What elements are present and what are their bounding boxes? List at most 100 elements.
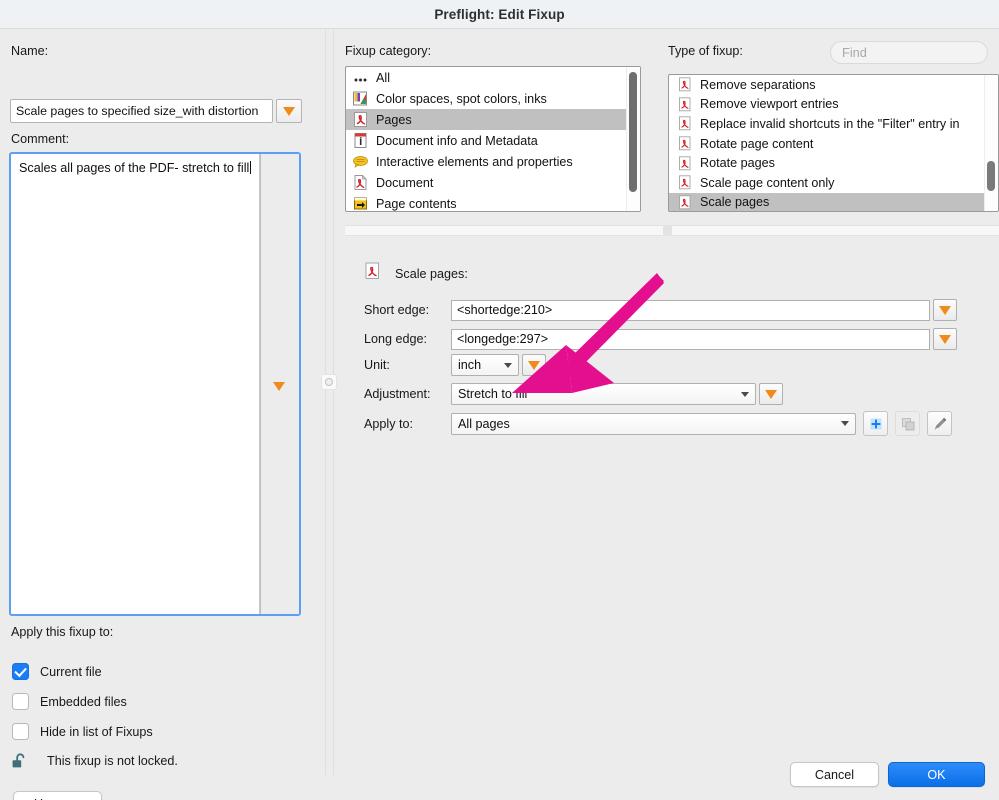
short-edge-dropdown-button[interactable]: [933, 299, 957, 321]
pencil-icon: [934, 417, 946, 429]
vertical-splitter[interactable]: [320, 30, 338, 775]
fixup-type-item-remove-viewport-entries[interactable]: Remove viewport entries: [669, 95, 998, 115]
short-edge-label: Short edge:: [364, 303, 430, 317]
checkbox-row-current-file[interactable]: Current file: [12, 663, 102, 680]
add-button[interactable]: [863, 411, 888, 436]
fixup-type-item-rotate-page-content[interactable]: Rotate page content: [669, 134, 998, 154]
usage-button[interactable]: Usage...: [13, 791, 102, 800]
long-edge-label: Long edge:: [364, 332, 428, 346]
unit-select[interactable]: inch: [451, 354, 519, 376]
category-item-all[interactable]: All: [346, 67, 640, 88]
apply-to-value: All pages: [458, 416, 510, 431]
category-item-label: Page contents: [376, 196, 457, 211]
pdf-page-icon: [678, 175, 692, 190]
category-item-label: Document: [376, 175, 434, 190]
category-scrollbar-track[interactable]: [626, 67, 640, 211]
comment-dropdown-triangle-icon[interactable]: [273, 382, 285, 391]
chevron-down-icon: [504, 362, 512, 368]
comment-bubble-icon: [352, 153, 369, 170]
type-scrollbar-thumb[interactable]: [987, 161, 995, 191]
comment-text: Scales all pages of the PDF- stretch to …: [19, 160, 255, 177]
fixup-type-item-label: Rotate pages: [700, 156, 775, 171]
checkbox-row-embedded-files[interactable]: Embedded files: [12, 693, 127, 710]
triangle-down-orange-icon: [765, 389, 777, 399]
checkbox-current-file[interactable]: [12, 663, 29, 680]
apply-to-select[interactable]: All pages: [451, 412, 856, 435]
pdf-page-icon: [678, 156, 692, 171]
ok-button[interactable]: OK: [888, 762, 985, 787]
category-item-document[interactable]: Document: [346, 172, 640, 193]
comment-textarea[interactable]: Scales all pages of the PDF- stretch to …: [9, 152, 301, 616]
unit-row: Unit: inch: [364, 354, 546, 376]
horizontal-splitter-bar: [345, 225, 999, 236]
pdf-page-icon: [678, 195, 692, 210]
category-scrollbar-thumb[interactable]: [629, 72, 637, 192]
edit-button[interactable]: [927, 411, 952, 436]
category-item-color-spaces[interactable]: Color spaces, spot colors, inks: [346, 88, 640, 109]
category-item-document-info[interactable]: Document info and Metadata: [346, 130, 640, 151]
name-dropdown-button[interactable]: [276, 99, 302, 123]
comment-divider: [260, 154, 261, 614]
splitter-line-right: [333, 30, 334, 775]
apply-to-row: Apply to: All pages: [364, 411, 952, 436]
category-item-page-contents[interactable]: Page contents: [346, 193, 640, 211]
arrow-box-icon: [352, 195, 369, 211]
category-item-pages[interactable]: Pages: [346, 109, 640, 130]
splitter-grip-handle[interactable]: [322, 375, 336, 389]
adjustment-row: Adjustment: Stretch to fill: [364, 383, 783, 405]
adjustment-dropdown-button[interactable]: [759, 383, 783, 405]
category-item-label: Pages: [376, 112, 412, 127]
fixup-type-item-rotate-pages[interactable]: Rotate pages: [669, 153, 998, 173]
name-row: Scale pages to specified size_with disto…: [10, 99, 302, 123]
checkbox-row-hide-in-list[interactable]: Hide in list of Fixups: [12, 723, 153, 740]
fixup-category-list[interactable]: All Color spaces, spot colors, inks Page…: [345, 66, 641, 212]
long-edge-dropdown-button[interactable]: [933, 328, 957, 350]
category-item-interactive-elements[interactable]: Interactive elements and properties: [346, 151, 640, 172]
name-label: Name:: [11, 44, 49, 58]
unit-dropdown-button[interactable]: [522, 354, 546, 376]
fixup-type-item-label: Replace invalid shortcuts in the "Filter…: [700, 116, 960, 131]
checkbox-label-current-file: Current file: [40, 664, 102, 679]
category-item-label: All: [376, 70, 390, 85]
ellipsis-icon: [352, 69, 369, 86]
comment-label: Comment:: [11, 132, 70, 146]
dialog-title: Preflight: Edit Fixup: [434, 6, 565, 22]
long-edge-row: Long edge: <longedge:297>: [364, 328, 957, 350]
short-edge-input[interactable]: <shortedge:210>: [451, 299, 930, 321]
horizontal-splitter-grip[interactable]: [663, 225, 672, 236]
fixup-type-item-replace-invalid-shortcuts[interactable]: Replace invalid shortcuts in the "Filter…: [669, 114, 998, 134]
duplicate-icon: [901, 417, 914, 430]
duplicate-button: [895, 411, 920, 436]
color-swatch-icon: [352, 90, 369, 107]
left-pane: Name: Scale pages to specified size_with…: [0, 29, 320, 800]
adjustment-select[interactable]: Stretch to fill: [451, 383, 756, 405]
fixup-type-list[interactable]: Remove separations Remove viewport entri…: [668, 74, 999, 212]
fixup-type-item-label: Remove separations: [700, 77, 816, 92]
fixup-type-item-remove-separations[interactable]: Remove separations: [669, 75, 998, 95]
type-scrollbar-track[interactable]: [984, 75, 998, 211]
apply-this-fixup-to-label: Apply this fixup to:: [11, 625, 114, 639]
splitter-line-left: [325, 30, 326, 775]
name-input[interactable]: Scale pages to specified size_with disto…: [10, 99, 273, 123]
triangle-down-orange-icon: [939, 305, 951, 315]
pdf-page-icon: [678, 77, 692, 92]
type-of-fixup-label: Type of fixup:: [668, 44, 743, 58]
checkbox-embedded-files[interactable]: [12, 693, 29, 710]
dialog-titlebar: Preflight: Edit Fixup: [0, 0, 999, 29]
info-document-icon: [352, 132, 369, 149]
horizontal-splitter[interactable]: [345, 222, 999, 238]
cancel-button[interactable]: Cancel: [790, 762, 879, 787]
pdf-page-icon: [352, 111, 369, 128]
checkbox-label-embedded-files: Embedded files: [40, 694, 127, 709]
triangle-down-orange-icon: [528, 360, 540, 370]
fixup-type-item-scale-page-content-only[interactable]: Scale page content only: [669, 173, 998, 193]
long-edge-input[interactable]: <longedge:297>: [451, 328, 930, 350]
fixup-type-item-label: Scale page content only: [700, 175, 835, 190]
comment-value: Scales all pages of the PDF- stretch to …: [19, 161, 250, 175]
text-caret: [250, 161, 252, 174]
chevron-down-icon: [841, 421, 849, 426]
fixup-type-item-scale-pages[interactable]: Scale pages: [669, 192, 998, 211]
checkbox-hide-in-list-of-fixups[interactable]: [12, 723, 29, 740]
comment-side-panel: [259, 154, 299, 614]
find-input[interactable]: Find: [830, 41, 988, 64]
